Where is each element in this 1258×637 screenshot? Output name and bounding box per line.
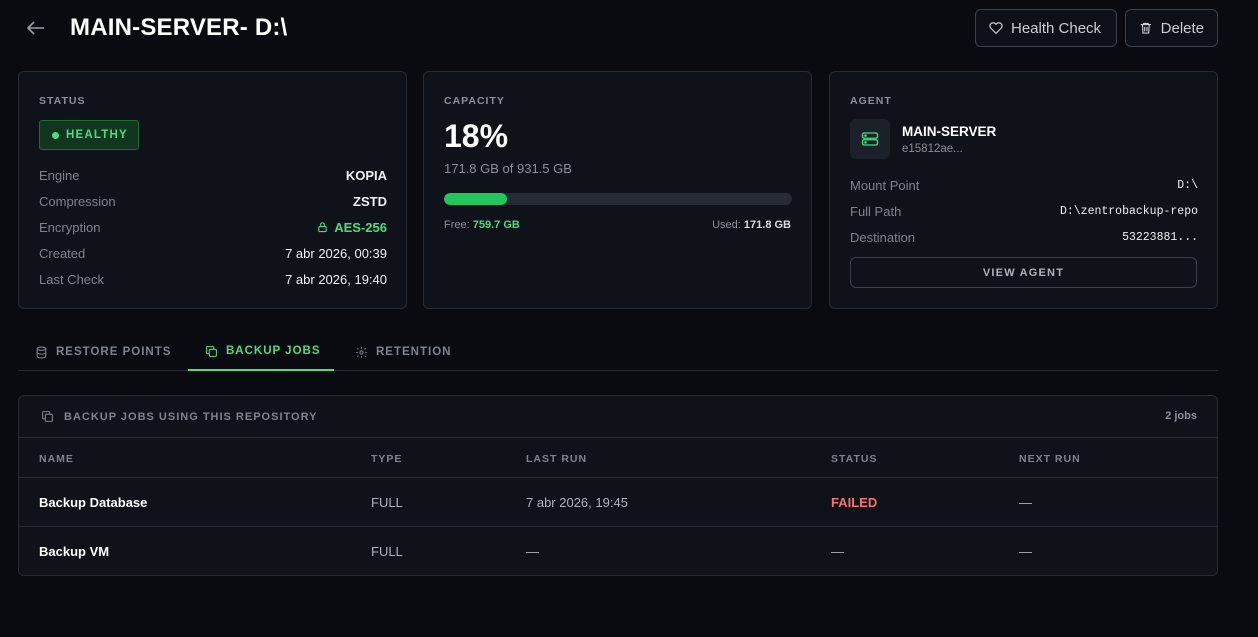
encryption-value: AES-256 (317, 220, 387, 235)
delete-button[interactable]: Delete (1125, 9, 1218, 47)
agent-card: AGENT MAIN-SERVER e15812ae... Mount Poin… (829, 71, 1218, 309)
job-status: FAILED (831, 495, 878, 510)
column-header-type: TYPE (371, 453, 403, 465)
page-header: MAIN-SERVER- D:\ Health Check Delete (0, 0, 1258, 60)
job-last-run: 7 abr 2026, 19:45 (526, 495, 628, 510)
compression-row: Compression ZSTD (39, 191, 387, 211)
delete-label: Delete (1160, 19, 1204, 37)
job-status: — (831, 544, 844, 559)
status-badge: HEALTHY (39, 120, 139, 150)
health-check-button[interactable]: Health Check (975, 9, 1117, 47)
gear-icon (356, 346, 367, 358)
capacity-used: Used: 171.8 GB (712, 219, 791, 231)
capacity-percent: 18% (444, 118, 509, 154)
tab-restore-points[interactable]: RESTORE POINTS (35, 333, 171, 371)
copy-icon (42, 411, 53, 422)
job-type: FULL (371, 495, 403, 510)
used-value: 171.8 GB (743, 219, 791, 231)
destination-key: Destination (850, 229, 916, 245)
engine-key: Engine (39, 167, 80, 183)
job-next-run: — (1019, 495, 1032, 510)
backup-jobs-panel: BACKUP JOBS USING THIS REPOSITORY 2 jobs… (18, 395, 1218, 576)
column-header-name: NAME (39, 453, 74, 465)
job-type: FULL (371, 544, 403, 559)
engine-value: KOPIA (345, 167, 387, 183)
copy-icon (206, 345, 217, 357)
tab-restore-points-label: RESTORE POINTS (56, 346, 172, 358)
capacity-card: CAPACITY 18% 171.8 GB of 931.5 GB Free: … (423, 71, 812, 309)
tab-backup-jobs[interactable]: BACKUP JOBS (188, 333, 334, 371)
agent-id: e15812ae... (902, 143, 963, 155)
encryption-key: Encryption (39, 219, 101, 235)
last-check-row: Last Check 7 abr 2026, 19:40 (39, 269, 387, 289)
table-header-row: NAME TYPE LAST RUN STATUS NEXT RUN (19, 438, 1217, 478)
trash-icon (1140, 22, 1151, 34)
jobs-panel-title: BACKUP JOBS USING THIS REPOSITORY (41, 410, 317, 423)
job-name: Backup VM (39, 544, 110, 559)
full-path-key: Full Path (850, 203, 902, 219)
capacity-progress-bar (444, 193, 792, 205)
tab-bar: RESTORE POINTS BACKUP JOBS RETENTION (18, 333, 1218, 371)
view-agent-button[interactable]: VIEW AGENT (850, 257, 1197, 288)
status-dot-icon (52, 131, 59, 139)
jobs-panel-title-text: BACKUP JOBS USING THIS REPOSITORY (64, 410, 318, 423)
engine-row: Engine KOPIA (39, 165, 387, 185)
capacity-progress-fill (444, 193, 507, 205)
created-row: Created 7 abr 2026, 00:39 (39, 243, 387, 263)
destination-value: 53223881... (1122, 230, 1198, 244)
lock-icon (318, 222, 327, 233)
status-card: STATUS HEALTHY Engine KOPIA Compression … (18, 71, 407, 309)
job-next-run: — (1019, 544, 1032, 559)
mount-point-key: Mount Point (850, 177, 920, 193)
back-arrow-icon[interactable] (24, 16, 48, 40)
used-label: Used: (712, 219, 741, 231)
agent-name: MAIN-SERVER (902, 124, 997, 139)
mount-point-row: Mount Point D:\ (850, 175, 1198, 195)
last-check-value: 7 abr 2026, 19:40 (285, 271, 387, 287)
job-name: Backup Database (39, 495, 148, 510)
created-value: 7 abr 2026, 00:39 (285, 245, 387, 261)
server-icon (850, 119, 890, 159)
status-badge-text: HEALTHY (66, 129, 128, 141)
encryption-row: Encryption AES-256 (39, 217, 387, 237)
column-header-next-run: NEXT RUN (1019, 453, 1081, 465)
jobs-panel-header: BACKUP JOBS USING THIS REPOSITORY 2 jobs (19, 396, 1217, 438)
tab-backup-jobs-label: BACKUP JOBS (226, 345, 321, 357)
capacity-card-label: CAPACITY (444, 95, 505, 107)
free-value: 759.7 GB (472, 219, 520, 231)
encryption-value-text: AES-256 (334, 219, 387, 235)
full-path-row: Full Path D:\zentrobackup-repo (850, 201, 1198, 221)
table-row[interactable]: Backup Database FULL 7 abr 2026, 19:45 F… (19, 478, 1217, 527)
table-row[interactable]: Backup VM FULL — — — (19, 527, 1217, 575)
agent-card-label: AGENT (850, 95, 892, 107)
free-label: Free: (444, 219, 470, 231)
column-header-last-run: LAST RUN (526, 453, 588, 465)
compression-key: Compression (39, 193, 116, 209)
compression-value: ZSTD (353, 193, 387, 209)
mount-point-value: D:\ (1177, 178, 1198, 192)
created-key: Created (39, 245, 86, 261)
capacity-free: Free: 759.7 GB (444, 219, 520, 231)
capacity-used-of-total: 171.8 GB of 931.5 GB (444, 161, 572, 176)
health-check-label: Health Check (1011, 19, 1102, 37)
jobs-count: 2 jobs (1165, 410, 1197, 422)
heart-icon (989, 22, 1003, 35)
last-check-key: Last Check (39, 271, 105, 287)
tab-retention-label: RETENTION (376, 346, 452, 358)
tab-retention[interactable]: RETENTION (355, 333, 451, 371)
destination-row: Destination 53223881... (850, 227, 1198, 247)
status-card-label: STATUS (39, 95, 86, 107)
full-path-value: D:\zentrobackup-repo (1059, 204, 1198, 218)
column-header-status: STATUS (831, 453, 878, 465)
database-icon (36, 346, 47, 358)
job-last-run: — (526, 544, 539, 559)
page-title: MAIN-SERVER- D:\ (70, 14, 288, 41)
